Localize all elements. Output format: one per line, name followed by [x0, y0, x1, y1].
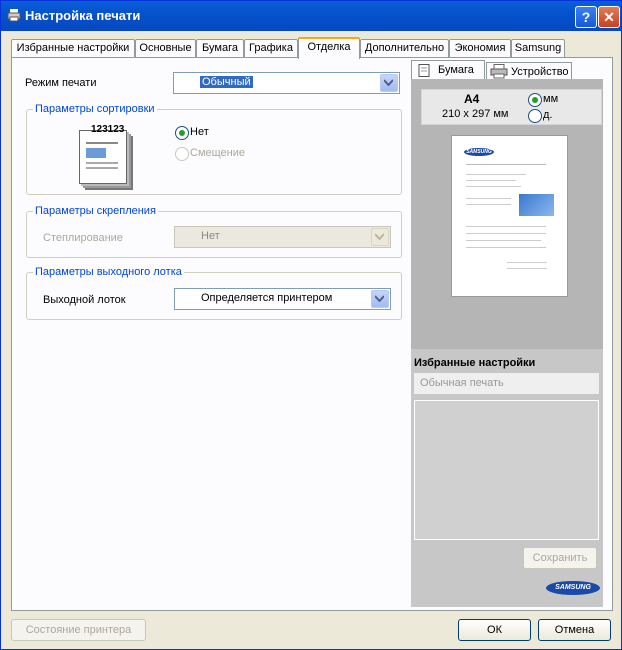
output-tray-group-title: Параметры выходного лотка: [33, 266, 184, 278]
preview-pane: A4 210 x 297 мм мм д. SAMSUNG Избранные …: [411, 79, 603, 607]
paper-size: A4: [464, 92, 480, 106]
collate-none-radio[interactable]: [175, 126, 189, 140]
tab-advanced[interactable]: Дополнительно: [360, 39, 449, 57]
chevron-down-icon[interactable]: [380, 74, 398, 92]
paper-icon: [418, 64, 430, 77]
collate-offset-radio[interactable]: [175, 147, 189, 161]
collate-group: Параметры сортировки 123123 Нет Смещение: [26, 103, 402, 195]
favorites-input[interactable]: Обычная печать: [414, 373, 599, 394]
unit-mm-label[interactable]: мм: [543, 93, 558, 105]
tab-favorites[interactable]: Избранные настройки: [11, 39, 135, 57]
help-button[interactable]: ?: [575, 6, 597, 28]
samsung-logo: SAMSUNG: [546, 581, 600, 595]
print-mode-label: Режим печати: [25, 77, 97, 89]
print-mode-select[interactable]: Обычный: [173, 72, 400, 94]
favorites-panel: Избранные настройки Обычная печать Сохра…: [411, 349, 603, 607]
staple-group-title: Параметры скрепления: [33, 205, 158, 217]
window-title: Настройка печати: [25, 8, 141, 23]
collate-sample-digits: 123123: [91, 124, 125, 135]
output-tray-select[interactable]: Определяется принтером: [174, 288, 391, 310]
preview-sky-image: [519, 194, 554, 216]
collate-group-title: Параметры сортировки: [33, 103, 157, 115]
chevron-down-icon[interactable]: [371, 290, 389, 308]
tab-graphics[interactable]: Графика: [244, 39, 298, 57]
collate-none-label[interactable]: Нет: [190, 126, 209, 138]
chevron-down-icon[interactable]: [371, 228, 389, 246]
tab-paper[interactable]: Бумага: [196, 39, 244, 57]
output-tray-group: Параметры выходного лотка Выходной лоток…: [26, 266, 402, 320]
paper-info-box: A4 210 x 297 мм мм д.: [421, 89, 602, 125]
printer-icon: [7, 9, 21, 22]
output-tray-label: Выходной лоток: [43, 294, 126, 306]
staple-group: Параметры скрепления Степлирование Нет: [26, 205, 402, 258]
unit-inch-radio[interactable]: [528, 109, 542, 123]
tab-samsung[interactable]: Samsung: [511, 39, 565, 57]
staple-label: Степлирование: [43, 232, 123, 244]
close-button[interactable]: ✕: [598, 6, 620, 28]
tab-basic[interactable]: Основные: [135, 39, 196, 57]
collate-offset-label[interactable]: Смещение: [190, 147, 245, 159]
printer-icon: [490, 64, 508, 79]
collate-illustration: 123123: [67, 122, 137, 184]
favorites-title: Избранные настройки: [414, 357, 536, 369]
save-button[interactable]: Сохранить: [523, 547, 597, 569]
staple-select[interactable]: Нет: [174, 226, 391, 248]
paper-dims: 210 x 297 мм: [442, 108, 509, 120]
tab-eco[interactable]: Экономия: [449, 39, 511, 57]
tab-finishing[interactable]: Отделка: [298, 37, 360, 59]
output-tray-value: Определяется принтером: [201, 292, 333, 304]
unit-inch-label[interactable]: д.: [543, 109, 552, 121]
cancel-button[interactable]: Отмена: [538, 619, 611, 641]
page-preview: SAMSUNG: [451, 135, 568, 297]
staple-value: Нет: [201, 230, 220, 242]
title-bar[interactable]: Настройка печати ? ✕: [1, 1, 621, 31]
favorites-list[interactable]: [414, 400, 599, 540]
unit-mm-radio[interactable]: [528, 93, 542, 107]
ok-button[interactable]: ОК: [458, 619, 531, 641]
print-settings-window: Настройка печати ? ✕ Избранные настройки…: [0, 0, 622, 650]
print-mode-value: Обычный: [200, 76, 253, 88]
preview-samsung-logo: SAMSUNG: [464, 148, 494, 156]
printer-status-button[interactable]: Состояние принтера: [11, 619, 146, 641]
subtab-paper[interactable]: Бумага: [411, 60, 485, 79]
tab-panel: Режим печати Обычный Параметры сортировк…: [11, 57, 613, 611]
